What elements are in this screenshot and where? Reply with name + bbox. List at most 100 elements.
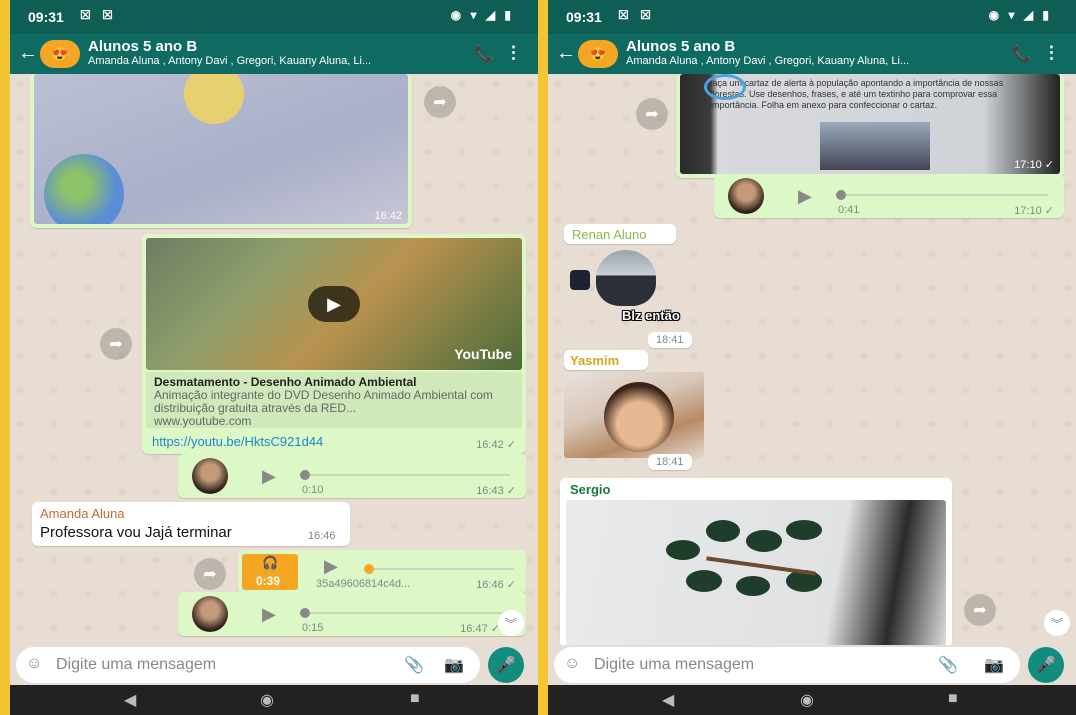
back-arrow-icon[interactable]: ←: [556, 42, 576, 65]
branch: [706, 556, 816, 576]
scroll-down-button[interactable]: ︾: [1044, 610, 1070, 636]
audio-progress-track[interactable]: [838, 194, 1048, 196]
sender-name: Renan Aluno: [572, 227, 647, 242]
link-preview[interactable]: Desmatamento - Desenho Animado Ambiental…: [146, 372, 522, 428]
audio-progress-handle[interactable]: [300, 470, 310, 480]
nav-recents-icon[interactable]: ■: [410, 690, 420, 708]
audio-progress-handle[interactable]: [364, 564, 374, 574]
audio-duration: 0:41: [838, 204, 860, 216]
audio-file-message[interactable]: 🎧 0:39 ▶ 35a49606814c4d... 16:46 ✓: [238, 550, 526, 594]
image-message[interactable]: Sergio: [560, 478, 952, 645]
group-avatar[interactable]: 😍: [40, 40, 80, 68]
voice-message[interactable]: ▶ 0:15 16:47 ✓: [178, 592, 526, 636]
youtube-link[interactable]: https://youtu.be/HktsC921d44: [152, 434, 323, 449]
leaf: [786, 520, 822, 540]
forward-icon[interactable]: ➦: [424, 86, 456, 118]
audio-progress-track[interactable]: [302, 612, 510, 614]
sender-name: Amanda Aluna: [40, 506, 125, 521]
sender-label: Yasmim: [564, 350, 648, 370]
play-icon[interactable]: ▶: [262, 466, 276, 487]
notification-icons: ☒ ☒: [80, 8, 117, 22]
play-icon[interactable]: ▶: [308, 286, 360, 322]
mic-icon: 🎤: [496, 657, 516, 674]
image-time: 17:10 ✓: [1014, 159, 1054, 171]
attach-icon[interactable]: 📎: [404, 655, 424, 675]
headphones-icon: 🎧: [262, 555, 279, 570]
audio-progress-track[interactable]: [302, 474, 510, 476]
voice-message[interactable]: ▶ 0:41 17:10 ✓: [714, 174, 1064, 218]
attach-icon[interactable]: 📎: [938, 655, 958, 675]
nav-home-icon[interactable]: ◉: [800, 690, 814, 710]
preview-title: Desmatamento - Desenho Animado Ambiental: [154, 375, 417, 389]
audio-file-badge: 🎧 0:39: [242, 554, 298, 590]
chat-title[interactable]: Alunos 5 ano B: [626, 38, 735, 55]
audio-progress-handle[interactable]: [836, 190, 846, 200]
composer: ☺ Digite uma mensagem 📎 📷 🎤: [548, 645, 1076, 685]
voice-message[interactable]: ▶ 0:10 16:43 ✓: [178, 454, 526, 498]
sticker-message[interactable]: Blz então: [566, 250, 704, 324]
audio-duration: 0:15: [302, 622, 324, 634]
add-call-icon[interactable]: 📞: [1012, 44, 1032, 64]
child-photo[interactable]: [564, 372, 704, 458]
play-icon[interactable]: ▶: [798, 186, 812, 207]
system-status-icons: ◉ ▾ ◢ ▮: [450, 8, 514, 22]
sender-name: Sergio: [570, 482, 611, 497]
system-status-icons: ◉ ▾ ◢ ▮: [988, 8, 1052, 22]
play-icon[interactable]: ▶: [324, 556, 338, 577]
add-call-icon[interactable]: 📞: [474, 44, 494, 64]
leaf-cluster: [666, 520, 856, 610]
message-input-placeholder[interactable]: Digite uma mensagem: [56, 656, 216, 674]
image-message[interactable]: faça um cartaz de alerta à população apo…: [676, 74, 1064, 178]
nav-recents-icon[interactable]: ■: [948, 690, 958, 708]
youtube-link-message[interactable]: ▶ YouTube Desmatamento - Desenho Animado…: [142, 234, 526, 454]
mic-button[interactable]: 🎤: [1028, 647, 1064, 683]
message-input-placeholder[interactable]: Digite uma mensagem: [594, 656, 754, 674]
message-text: Professora vou Jajá terminar: [40, 524, 232, 541]
nav-home-icon[interactable]: ◉: [260, 690, 274, 710]
chat-title[interactable]: Alunos 5 ano B: [88, 38, 197, 55]
audio-progress-track[interactable]: [374, 568, 514, 570]
emoji-icon[interactable]: ☺: [564, 655, 580, 673]
status-time: 09:31: [566, 9, 602, 25]
android-nav-bar: ◀ ◉ ■: [10, 685, 538, 715]
audio-file-length: 0:39: [256, 574, 281, 588]
more-menu-icon[interactable]: ⋮: [505, 43, 522, 63]
audio-progress-handle[interactable]: [300, 608, 310, 618]
message-list[interactable]: faça um cartaz de alerta à população apo…: [548, 74, 1076, 645]
forward-icon[interactable]: ➦: [636, 98, 668, 130]
forward-icon[interactable]: ➦: [194, 558, 226, 590]
drawing-image[interactable]: [34, 74, 408, 224]
plant-picture: [820, 122, 930, 170]
back-arrow-icon[interactable]: ←: [18, 42, 38, 65]
group-avatar[interactable]: 😍: [578, 40, 618, 68]
forward-icon[interactable]: ➦: [964, 594, 996, 626]
image-message[interactable]: 16:42: [30, 74, 412, 228]
video-thumbnail[interactable]: ▶ YouTube: [146, 238, 522, 370]
camera-icon[interactable]: 📷: [444, 655, 464, 675]
camera-icon[interactable]: 📷: [984, 655, 1004, 675]
time-chip: 18:41: [648, 454, 692, 470]
message-time: 16:42 ✓: [476, 439, 516, 451]
android-nav-bar: ◀ ◉ ■: [548, 685, 1076, 715]
chat-header: ← 😍 Alunos 5 ano B Amanda Aluna , Antony…: [10, 34, 538, 74]
document-photo[interactable]: faça um cartaz de alerta à população apo…: [680, 74, 1060, 174]
phone-screen-left: 09:31 ☒ ☒ ◉ ▾ ◢ ▮ ← 😍 Alunos 5 ano B Ama…: [10, 0, 538, 715]
thumbs-up-hand: [570, 270, 590, 290]
message-time: 16:43 ✓: [476, 485, 516, 497]
forward-icon[interactable]: ➦: [100, 328, 132, 360]
incoming-text-message[interactable]: Amanda Aluna Professora vou Jajá termina…: [32, 502, 350, 546]
nav-back-icon[interactable]: ◀: [124, 690, 136, 710]
chat-members[interactable]: Amanda Aluna , Antony Davi , Gregori, Ka…: [626, 55, 996, 67]
tree-collage-photo[interactable]: [566, 500, 946, 645]
chat-members[interactable]: Amanda Aluna , Antony Davi , Gregori, Ka…: [88, 55, 458, 67]
message-input-box[interactable]: ☺ Digite uma mensagem 📎 📷: [554, 647, 1020, 683]
more-menu-icon[interactable]: ⋮: [1043, 43, 1060, 63]
nav-back-icon[interactable]: ◀: [662, 690, 674, 710]
message-input-box[interactable]: ☺ Digite uma mensagem 📎 📷: [16, 647, 480, 683]
scroll-down-button[interactable]: ︾: [498, 610, 524, 636]
emoji-icon[interactable]: ☺: [26, 655, 42, 673]
mic-button[interactable]: 🎤: [488, 647, 524, 683]
play-icon[interactable]: ▶: [262, 604, 276, 625]
preview-description: Animação integrante do DVD Desenho Anima…: [154, 389, 493, 415]
message-list[interactable]: 16:42 ➦ ▶ YouTube Desmatamento - Desenho…: [10, 74, 538, 645]
